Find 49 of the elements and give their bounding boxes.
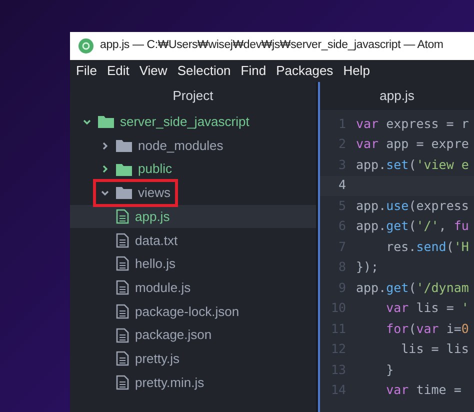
panel-title: Project xyxy=(172,87,214,106)
code-line: var app = expre xyxy=(356,135,469,154)
code-line: app.use(express xyxy=(356,196,469,215)
item-label: package.json xyxy=(135,326,212,344)
tree-item[interactable]: package-lock.json xyxy=(70,300,316,324)
code-line: var lis = ' xyxy=(385,299,469,318)
menu-item[interactable]: Edit xyxy=(106,61,130,81)
tree-item[interactable]: package.json xyxy=(70,323,316,347)
tree-item[interactable]: pretty.min.js xyxy=(70,370,316,394)
tree-item[interactable]: public xyxy=(70,157,316,182)
menu-item[interactable]: Selection xyxy=(177,61,231,81)
item-label: pretty.js xyxy=(135,350,180,368)
tree-item[interactable]: views xyxy=(70,181,316,205)
editor-tab[interactable]: app.js xyxy=(320,82,474,110)
tree-item[interactable]: hello.js xyxy=(70,252,316,276)
item-label: node_modules xyxy=(138,136,224,155)
tree-item[interactable]: app.js xyxy=(70,204,316,228)
code-line: var time = xyxy=(385,381,462,400)
item-label: server_side_javascript xyxy=(120,113,250,132)
code-line: app.set('view e xyxy=(356,156,469,174)
menu-item[interactable]: File xyxy=(76,61,97,81)
tree-item[interactable]: module.js xyxy=(70,276,316,300)
code-line: }); xyxy=(356,258,379,276)
tree-item[interactable]: pretty.js xyxy=(70,346,316,371)
tree-item[interactable]: server_side_javascript xyxy=(70,110,316,134)
code-line: for(var i=0 xyxy=(385,320,469,338)
menu-item[interactable]: Find xyxy=(240,61,266,81)
code-line: var express = r xyxy=(356,114,469,133)
code-line: app.get('/', fu xyxy=(356,217,469,236)
item-label: app.js xyxy=(135,208,170,226)
menu-item[interactable]: Packages xyxy=(276,61,334,81)
code-line: } xyxy=(385,360,394,379)
menu-item[interactable]: View xyxy=(139,61,168,81)
item-label: pretty.min.js xyxy=(135,374,204,392)
window-title: app.js — C:₩Users₩wisej₩dev₩js₩server_side_javascript — Atom xyxy=(100,38,444,54)
item-label: package-lock.json xyxy=(135,302,240,321)
item-label: module.js xyxy=(135,278,191,297)
tree-item[interactable]: node_modules xyxy=(70,134,316,158)
item-label: hello.js xyxy=(135,255,176,274)
code-line: res.send('H xyxy=(385,238,469,256)
code-line: app.get('/dynam xyxy=(356,278,469,297)
code-line: lis = lis xyxy=(400,340,469,358)
menu-item[interactable]: Help xyxy=(343,61,370,81)
item-label: public xyxy=(138,160,172,178)
item-label: data.txt xyxy=(135,232,178,250)
app-logo-icon xyxy=(78,38,94,54)
line-number: 4 xyxy=(337,176,347,194)
tree-item[interactable]: data.txt xyxy=(70,228,316,252)
item-label: views xyxy=(138,184,171,202)
